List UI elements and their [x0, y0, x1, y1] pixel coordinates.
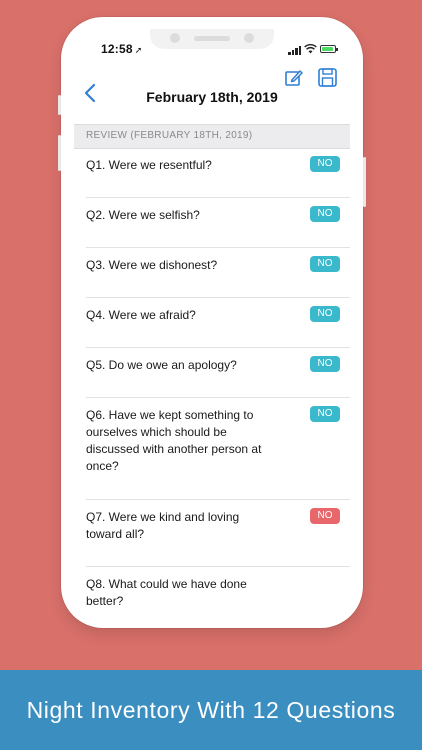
page-title: February 18th, 2019: [146, 89, 278, 105]
list-item[interactable]: Q6. Have we kept something to ourselves …: [86, 398, 350, 500]
list-item[interactable]: Q2. Were we selfish? NO: [86, 198, 350, 248]
question-text: Q5. Do we owe an apology?: [86, 358, 237, 372]
list-item[interactable]: Q3. Were we dishonest? NO: [86, 248, 350, 298]
question-text: Q4. Were we afraid?: [86, 308, 196, 322]
answer-badge[interactable]: NO: [310, 256, 340, 272]
answer-badge[interactable]: NO: [310, 306, 340, 322]
screen: 12:58 ➚ February 18th, 2019 REVIEW (FEBRU…: [74, 29, 350, 619]
signal-icon: [288, 46, 301, 55]
side-button: [58, 95, 61, 115]
save-icon[interactable]: [318, 68, 337, 87]
list-item[interactable]: Q7. Were we kind and loving toward all? …: [86, 500, 350, 567]
question-text: Q7. Were we kind and loving toward all?: [86, 510, 240, 541]
banner-text: Night Inventory With 12 Questions: [26, 696, 396, 723]
nav-bar: February 18th, 2019: [74, 69, 350, 125]
promo-banner: Night Inventory With 12 Questions: [0, 670, 422, 750]
question-text: Q2. Were we selfish?: [86, 208, 200, 222]
status-time: 12:58 ➚: [101, 42, 143, 56]
answer-badge[interactable]: NO: [310, 206, 340, 222]
edit-icon[interactable]: [285, 69, 303, 87]
list-item[interactable]: Q5. Do we owe an apology? NO: [86, 348, 350, 398]
answer-badge[interactable]: NO: [310, 508, 340, 524]
answer-badge[interactable]: NO: [310, 356, 340, 372]
section-header-label: REVIEW (FEBRUARY 18TH, 2019): [86, 130, 253, 141]
side-button: [58, 135, 61, 171]
location-icon: ➚: [134, 45, 143, 55]
phone-frame: 12:58 ➚ February 18th, 2019 REVIEW (FEBRU…: [58, 17, 366, 628]
list-item[interactable]: Q4. Were we afraid? NO: [86, 298, 350, 348]
question-text: Q1. Were we resentful?: [86, 158, 212, 172]
battery-icon: [320, 45, 338, 53]
wifi-icon: [304, 43, 317, 57]
status-bar: 12:58 ➚: [74, 29, 350, 69]
question-text: Q8. What could we have done better?: [86, 577, 247, 608]
answer-badge[interactable]: NO: [310, 406, 340, 422]
list-item[interactable]: Q8. What could we have done better?: [86, 567, 350, 619]
side-button: [363, 157, 366, 207]
answer-badge[interactable]: NO: [310, 156, 340, 172]
question-text: Q3. Were we dishonest?: [86, 258, 218, 272]
question-text: Q6. Have we kept something to ourselves …: [86, 408, 262, 473]
question-list: Q1. Were we resentful? NO Q2. Were we se…: [74, 148, 350, 619]
section-header: REVIEW (FEBRUARY 18TH, 2019): [74, 124, 350, 149]
list-item[interactable]: Q1. Were we resentful? NO: [86, 148, 350, 198]
